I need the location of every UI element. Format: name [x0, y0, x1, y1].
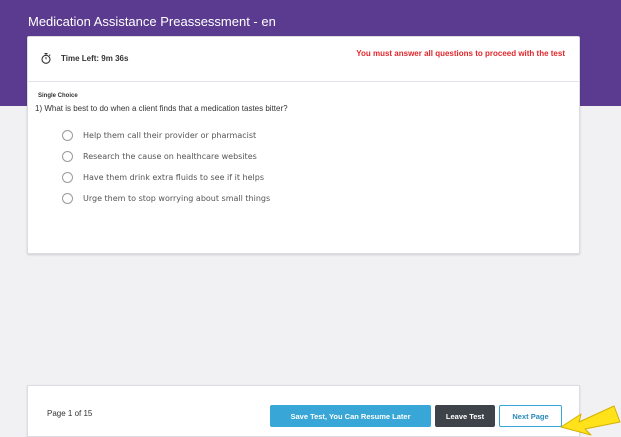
question-text: 1) What is best to do when a client find… [35, 104, 288, 113]
answer-option-label[interactable]: Have them drink extra fluids to see if i… [83, 173, 264, 182]
timer: Time Left: 9m 36s [41, 53, 128, 64]
radio-button[interactable] [62, 172, 73, 183]
answer-option-label[interactable]: Help them call their provider or pharmac… [83, 131, 256, 140]
question-type: Single Choice [38, 93, 78, 99]
answer-option[interactable]: Research the cause on healthcare website… [62, 146, 270, 167]
answer-option-label[interactable]: Urge them to stop worrying about small t… [83, 194, 270, 203]
radio-button[interactable] [62, 193, 73, 204]
next-page-button[interactable]: Next Page [499, 405, 562, 427]
app-title: Medication Assistance Preassessment - en [28, 14, 276, 29]
warning-message: You must answer all questions to proceed… [356, 49, 565, 58]
timer-label: Time Left: 9m 36s [61, 54, 129, 63]
card-header: Time Left: 9m 36s You must answer all qu… [28, 37, 579, 82]
page-indicator: Page 1 of 15 [47, 409, 93, 418]
save-test-button[interactable]: Save Test, You Can Resume Later [270, 405, 431, 427]
answer-option[interactable]: Urge them to stop worrying about small t… [62, 188, 270, 209]
pointer-arrow-icon [558, 400, 621, 437]
stopwatch-icon [41, 53, 51, 64]
answer-option[interactable]: Help them call their provider or pharmac… [62, 125, 270, 146]
answer-option-label[interactable]: Research the cause on healthcare website… [83, 152, 257, 161]
answer-options: Help them call their provider or pharmac… [62, 125, 270, 209]
answer-option[interactable]: Have them drink extra fluids to see if i… [62, 167, 270, 188]
question-card: Time Left: 9m 36s You must answer all qu… [27, 36, 580, 254]
footer-bar: Page 1 of 15 Save Test, You Can Resume L… [27, 385, 580, 437]
leave-test-button[interactable]: Leave Test [435, 405, 495, 427]
radio-button[interactable] [62, 130, 73, 141]
radio-button[interactable] [62, 151, 73, 162]
